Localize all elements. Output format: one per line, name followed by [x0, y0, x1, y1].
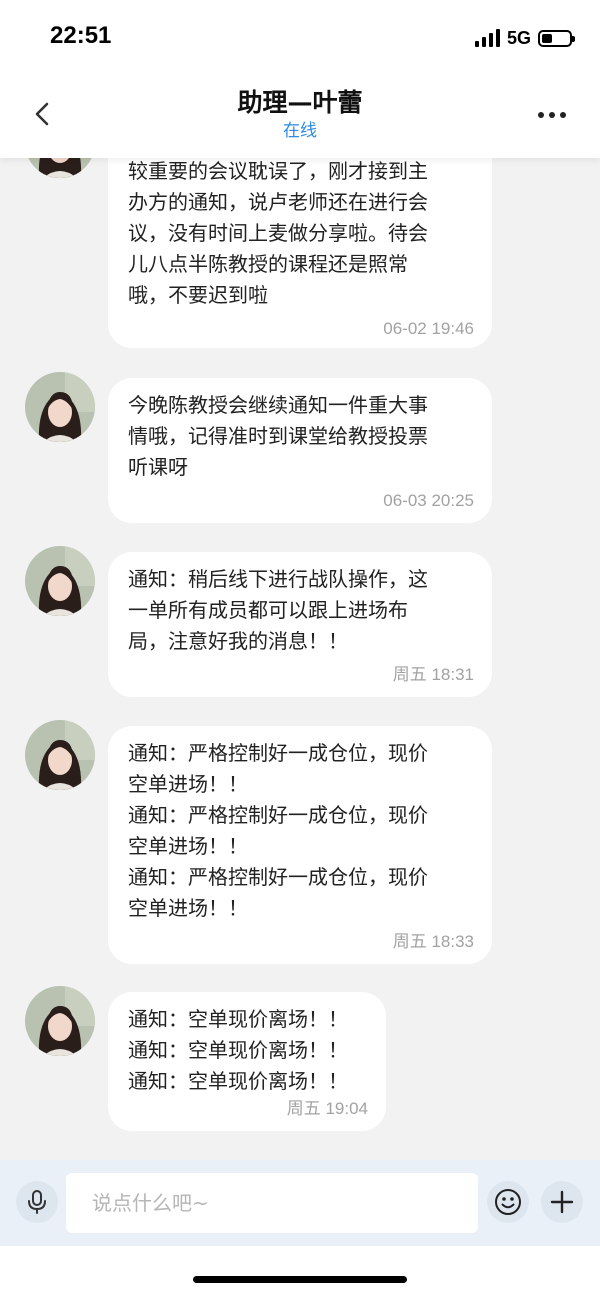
status-bar: 22:51 5G [0, 0, 600, 72]
avatar[interactable] [25, 372, 95, 442]
smiley-icon [495, 1189, 521, 1215]
chat-title-group: 助理—叶蕾 在线 [0, 86, 600, 142]
plus-icon [550, 1190, 574, 1214]
home-indicator[interactable] [193, 1276, 407, 1283]
message-text: 通知：严格控制好一成仓位，现价 空单进场！！ 通知：严格控制好一成仓位，现价 空… [128, 741, 428, 920]
avatar[interactable] [25, 546, 95, 616]
status-time: 22:51 [50, 22, 112, 49]
message-list: 较重要的会议耽误了，刚才接到主 办方的通知，说卢老师还在进行会 议，没有时间上麦… [0, 0, 600, 1160]
message-text: 通知：稍后线下进行战队操作，这 一单所有成员都可以跟上进场布 局，注意好我的消息… [128, 567, 428, 653]
network-type: 5G [506, 27, 531, 48]
voice-button[interactable] [16, 1181, 58, 1223]
avatar[interactable] [25, 720, 95, 790]
online-status: 在线 [283, 121, 317, 141]
message-text: 较重要的会议耽误了，刚才接到主 办方的通知，说卢老师还在进行会 议，没有时间上麦… [128, 159, 428, 307]
signal-icon [474, 29, 500, 47]
more-button[interactable] [538, 112, 566, 118]
input-bar [0, 1160, 600, 1246]
message-time: 06-02 19:46 [383, 319, 474, 338]
message-bubble[interactable]: 今晚陈教授会继续通知一件重大事 情哦，记得准时到课堂给教授投票 听课呀 06-0… [108, 378, 492, 523]
message-time: 06-03 20:25 [383, 491, 474, 510]
message-time: 周五 18:33 [392, 932, 474, 951]
status-indicators: 5G [474, 27, 575, 49]
message-bubble[interactable]: 通知：空单现价离场！！ 通知：空单现价离场！！ 通知：空单现价离场！！ 周五 1… [108, 992, 386, 1131]
message-text: 今晚陈教授会继续通知一件重大事 情哦，记得准时到课堂给教授投票 听课呀 [128, 393, 428, 479]
more-horizontal-icon [538, 112, 544, 118]
chat-header: 助理—叶蕾 在线 [0, 72, 600, 158]
avatar[interactable] [25, 986, 95, 1056]
add-attachment-button[interactable] [541, 1181, 583, 1223]
chat-title: 助理—叶蕾 [237, 88, 363, 117]
message-bubble[interactable]: 通知：严格控制好一成仓位，现价 空单进场！！ 通知：严格控制好一成仓位，现价 空… [108, 726, 492, 964]
message-bubble[interactable]: 通知：稍后线下进行战队操作，这 一单所有成员都可以跟上进场布 局，注意好我的消息… [108, 552, 492, 697]
battery-icon [538, 29, 575, 47]
message-time: 周五 19:04 [286, 1099, 368, 1118]
microphone-icon [28, 1190, 46, 1214]
message-input[interactable] [66, 1173, 478, 1233]
message-text: 通知：空单现价离场！！ 通知：空单现价离场！！ 通知：空单现价离场！！ [128, 1007, 348, 1093]
message-time: 周五 18:31 [392, 665, 474, 684]
home-indicator-area [0, 1246, 600, 1298]
emoji-button[interactable] [487, 1181, 529, 1223]
battery-level [542, 33, 552, 43]
